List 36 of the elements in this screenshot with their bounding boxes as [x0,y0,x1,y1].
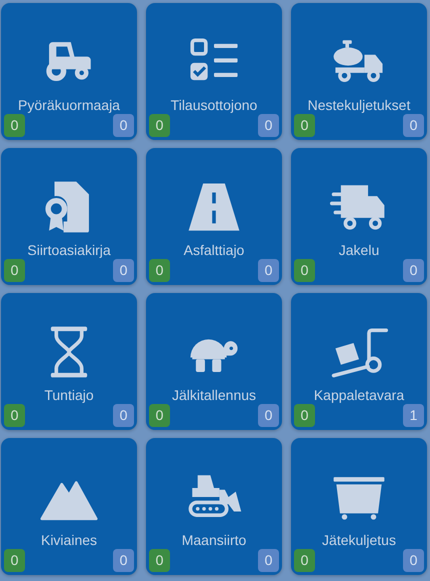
count-badge: 0 [403,549,424,572]
count-badge: 0 [258,404,279,427]
count-badge: 0 [294,114,315,137]
category-tile[interactable]: Kiviaines 0 0 [1,438,137,575]
category-tile[interactable]: Nestekuljetukset 0 0 [291,3,427,140]
count-badge: 0 [4,259,25,282]
count-badge: 0 [113,259,134,282]
count-badge: 0 [149,549,170,572]
category-tile[interactable]: Jätekuljetus 0 0 [291,438,427,575]
category-tile[interactable]: Maansiirto 0 0 [146,438,282,575]
category-tile[interactable]: Jälkitallennus 0 0 [146,293,282,430]
count-badge: 0 [149,404,170,427]
count-badge: 0 [4,404,25,427]
count-badge: 0 [258,114,279,137]
count-badge: 0 [113,404,134,427]
category-tile[interactable]: Siirtoasiakirja 0 0 [1,148,137,285]
count-badge: 0 [294,259,315,282]
count-badge: 0 [258,549,279,572]
count-badge: 0 [4,549,25,572]
count-badge: 0 [294,549,315,572]
count-badge: 0 [113,549,134,572]
count-badge: 0 [4,114,25,137]
category-tile[interactable]: Tilausottojono 0 0 [146,3,282,140]
count-badge: 0 [403,114,424,137]
category-tile[interactable]: Tuntiajo 0 0 [1,293,137,430]
category-tile[interactable]: Asfalttiajo 0 0 [146,148,282,285]
category-tile[interactable]: Kappaletavara 0 1 [291,293,427,430]
category-tile[interactable]: Jakelu 0 0 [291,148,427,285]
category-tile[interactable]: Pyöräkuormaaja 0 0 [1,3,137,140]
count-badge: 0 [149,114,170,137]
count-badge: 0 [113,114,134,137]
count-badge: 0 [294,404,315,427]
count-badge: 1 [403,404,424,427]
count-badge: 0 [149,259,170,282]
count-badge: 0 [258,259,279,282]
count-badge: 0 [403,259,424,282]
